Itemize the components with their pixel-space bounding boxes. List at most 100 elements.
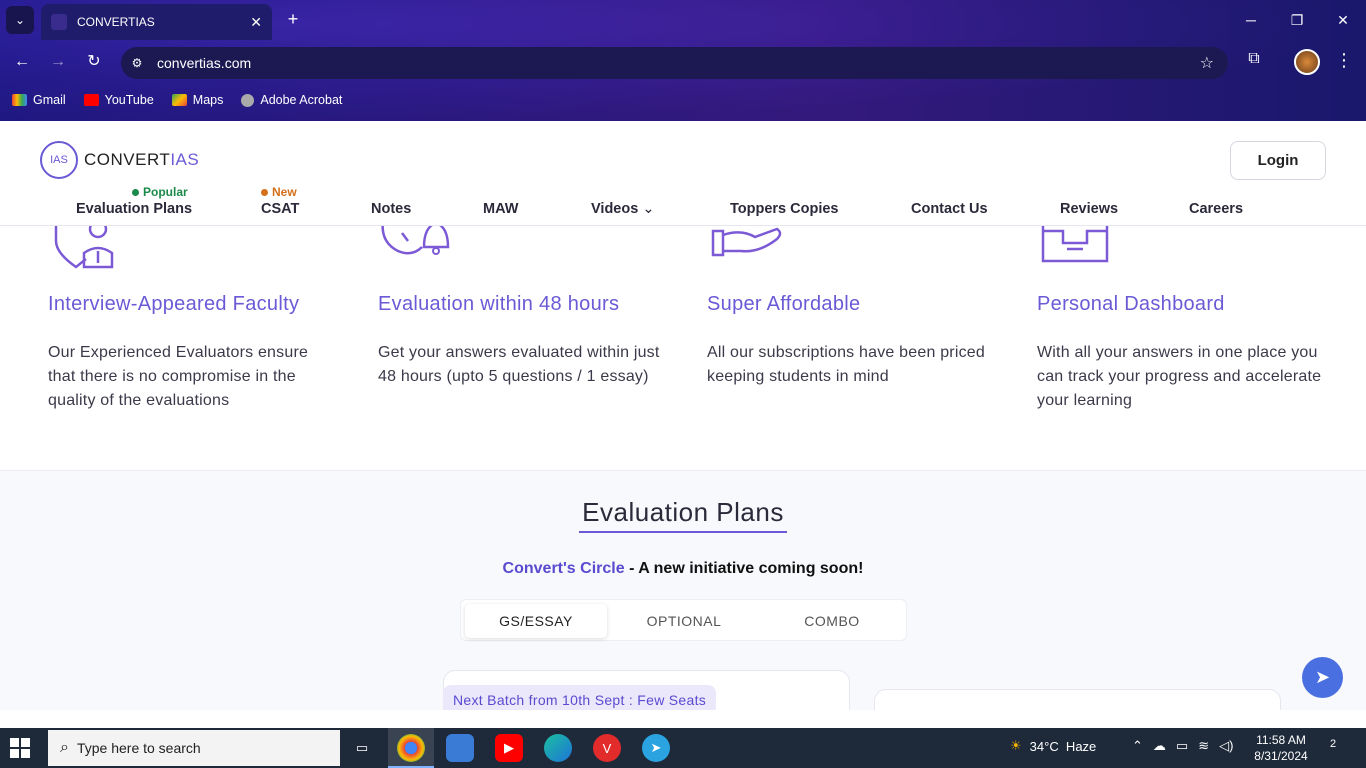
maps-icon [171,94,187,106]
site-header: IAS CONVERTIAS Login Popular Evaluation … [0,121,1366,226]
bookmark-label: Maps [192,93,224,107]
nav-evaluation-plans[interactable]: Popular Evaluation Plans [76,185,193,217]
url-text[interactable]: convertias.com [157,55,251,71]
bookmark-star-icon[interactable]: ☆ [1200,53,1214,73]
site-logo[interactable]: IAS CONVERTIAS [40,141,199,179]
browser-toolbar: ← → ↻ ⚙ convertias.com ☆ [0,40,1366,84]
nav-label: Toppers Copies [730,201,839,217]
bookmark-adobe-acrobat[interactable]: Adobe Acrobat [241,93,342,107]
main-nav: Popular Evaluation Plans New CSAT Notes … [0,185,1366,223]
restore-button[interactable]: ❐ [1274,0,1320,40]
nav-label: Evaluation Plans [76,201,193,217]
tab-combo[interactable]: COMBO [761,604,903,638]
nav-csat[interactable]: New CSAT [261,185,300,217]
batch-badge: Next Batch from 10th Sept : Few Seats [443,685,717,710]
volume-icon[interactable]: ◁) [1219,738,1233,754]
login-button[interactable]: Login [1230,141,1326,180]
extensions-puzzle-icon[interactable]: ⧉ [1242,50,1266,74]
nav-notes[interactable]: Notes [371,201,411,217]
address-bar[interactable]: ⚙ convertias.com ☆ [121,47,1228,79]
browser-tab[interactable]: CONVERTIAS ✕ [41,4,272,40]
tab-close-icon[interactable]: ✕ [250,14,262,31]
clock-time: 11:58 AM [1256,733,1306,747]
feature-title: Evaluation within 48 hours [378,293,620,315]
chrome-icon[interactable] [397,734,425,762]
chevron-down-icon: ⌄ [642,201,655,217]
profile-avatar[interactable] [1294,49,1320,75]
web-page: IAS CONVERTIAS Login Popular Evaluation … [0,121,1366,710]
windows-start-icon[interactable] [10,738,30,758]
bookmark-label: Adobe Acrobat [260,93,343,107]
tab-gs-essay[interactable]: GS/ESSAY [465,604,607,638]
badge-label: Popular [143,185,188,199]
minimize-button[interactable]: ─ [1228,0,1274,40]
nav-contact-us[interactable]: Contact Us [911,201,988,217]
chevron-up-icon[interactable]: ⌃ [1132,738,1143,754]
bookmark-youtube[interactable]: YouTube [83,93,154,107]
sun-icon: ☀ [1010,738,1022,753]
site-favicon-icon [51,14,67,30]
nav-videos[interactable]: Videos ⌄ [591,201,654,217]
nav-label: Contact Us [911,201,988,217]
nav-reviews[interactable]: Reviews [1060,201,1118,217]
nav-label: MAW [483,201,519,217]
notification-count: 2 [1329,738,1337,750]
site-info-icon[interactable]: ⚙ [123,49,151,77]
task-view-icon[interactable]: ▭ [348,734,376,762]
feature-description: Our Experienced Evaluators ensure that t… [48,344,309,409]
battery-icon[interactable]: ▭ [1176,738,1188,754]
feature-description: All our subscriptions have been priced k… [707,344,985,385]
section-title: Evaluation Plans [582,497,784,527]
evaluation-plans-section: Evaluation Plans Convert's Circle - A ne… [0,470,1366,710]
popular-badge: Popular [132,185,188,199]
reload-icon[interactable]: ↻ [82,50,106,74]
bookmark-label: YouTube [104,93,154,107]
browser-menu-icon[interactable]: ⋮ [1334,50,1354,74]
logo-text-accent: IAS [170,150,200,169]
nav-maw[interactable]: MAW [483,201,518,217]
bookmark-maps[interactable]: Maps [171,93,224,107]
vivaldi-icon[interactable]: V [593,734,621,762]
taskbar-search[interactable]: ⌕ Type here to search [48,730,340,766]
wifi-icon[interactable]: ≋ [1198,738,1209,754]
nav-careers[interactable]: Careers [1189,201,1243,217]
clock[interactable]: 11:58 AM 8/31/2024 [1248,732,1314,764]
tab-search-button[interactable]: ⌄ [6,6,34,34]
back-arrow-icon[interactable]: ← [10,50,34,74]
bookmark-gmail[interactable]: Gmail [12,93,66,107]
feature-description: With all your answers in one place you c… [1037,344,1322,409]
windows-taskbar: ⌕ Type here to search ▭ ▶ V ➤ ☀ 34°C Haz… [0,728,1366,768]
telegram-icon[interactable]: ➤ [1302,657,1343,698]
feature-title: Personal Dashboard [1037,293,1225,315]
circle-name-link[interactable]: Convert's Circle [503,560,625,577]
tab-strip: ⌄ CONVERTIAS ✕ + ─ ❐ ✕ [0,0,1366,40]
new-badge: New [261,185,297,199]
tab-optional[interactable]: OPTIONAL [613,604,755,638]
feature-description: Get your answers evaluated within just 4… [378,344,660,385]
globe-icon [241,93,255,107]
system-tray: ⌃ ☁ ▭ ≋ ◁) [1132,738,1233,754]
nav-label: CSAT [261,201,300,217]
badge-label: New [272,185,297,199]
store-icon[interactable] [446,734,474,762]
nav-toppers-copies[interactable]: Toppers Copies [730,201,839,217]
browser-chrome: ⌄ CONVERTIAS ✕ + ─ ❐ ✕ ← → ↻ ⚙ convertia… [0,0,1366,121]
logo-wordmark: CONVERTIAS [84,150,199,170]
nav-label: Notes [371,201,412,217]
tab-title: CONVERTIAS [77,15,155,29]
notification-icon[interactable]: 2 [1322,738,1344,758]
close-window-button[interactable]: ✕ [1320,0,1366,40]
popular-dot-icon [132,188,139,196]
plan-card[interactable] [874,689,1281,710]
feature-title: Super Affordable [707,293,861,315]
youtube-app-icon[interactable]: ▶ [495,734,523,762]
weather-widget[interactable]: ☀ 34°C Haze [1010,738,1096,754]
plan-tabs: GS/ESSAY OPTIONAL COMBO [460,599,907,641]
telegram-app-icon[interactable]: ➤ [642,734,670,762]
forward-arrow-icon[interactable]: → [46,50,70,74]
edge-icon[interactable] [544,734,572,762]
logo-ring-icon: IAS [40,141,78,179]
new-tab-button[interactable]: + [282,8,304,30]
cloud-icon[interactable]: ☁ [1153,738,1166,754]
bookmarks-bar: Gmail YouTube Maps Adobe Acrobat [0,86,1366,114]
